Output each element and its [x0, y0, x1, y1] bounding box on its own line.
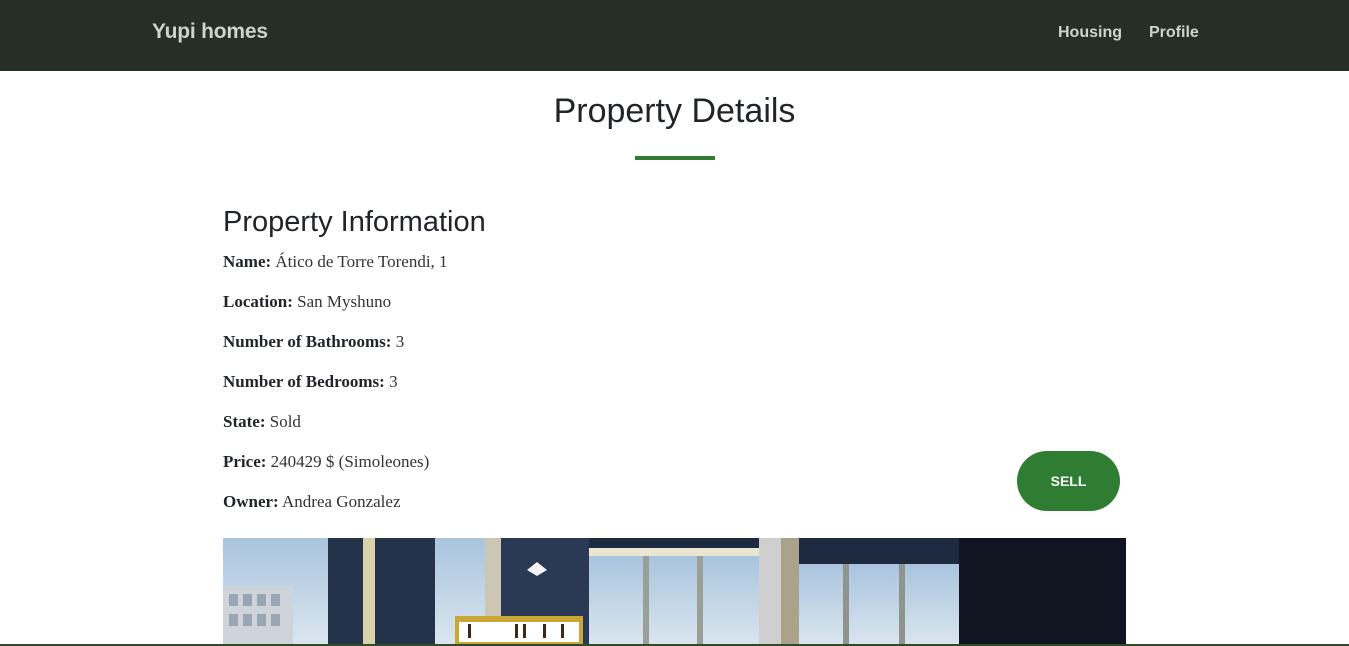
info-label: Number of Bedrooms:: [223, 372, 385, 391]
page-title: Property Details: [553, 92, 796, 130]
top-navbar: Yupi homes Housing Profile: [0, 0, 1349, 71]
info-row-state: State: Sold: [223, 412, 301, 432]
info-row-bedrooms: Number of Bedrooms: 3: [223, 372, 398, 392]
info-row-price: Price: 240429 $ (Simoleones): [223, 452, 429, 472]
info-label: Price:: [223, 452, 267, 471]
info-row-location: Location: San Myshuno: [223, 292, 391, 312]
info-value: 240429 $ (Simoleones): [270, 452, 430, 471]
info-label: Owner:: [223, 492, 279, 511]
brand-logo[interactable]: Yupi homes: [152, 20, 268, 44]
nav-link-housing[interactable]: Housing: [1058, 24, 1122, 42]
info-value: San Myshuno: [297, 292, 392, 311]
info-value: 3: [395, 332, 405, 351]
info-label: Number of Bathrooms:: [223, 332, 392, 351]
info-row-bathrooms: Number of Bathrooms: 3: [223, 332, 404, 352]
info-label: State:: [223, 412, 266, 431]
title-divider: [635, 156, 715, 160]
nav-link-profile[interactable]: Profile: [1149, 24, 1199, 42]
info-value: Sold: [269, 412, 301, 431]
section-title: Property Information: [223, 206, 486, 238]
info-value: 3: [389, 372, 398, 391]
info-row-name: Name: Ático de Torre Torendi, 1: [223, 252, 448, 272]
sell-button[interactable]: SELL: [1017, 451, 1120, 511]
info-value: Andrea Gonzalez: [282, 492, 401, 511]
info-label: Location:: [223, 292, 293, 311]
info-value: Ático de Torre Torendi, 1: [275, 252, 448, 271]
info-label: Name:: [223, 252, 272, 271]
property-photo: [223, 538, 1126, 646]
info-row-owner: Owner: Andrea Gonzalez: [223, 492, 401, 512]
